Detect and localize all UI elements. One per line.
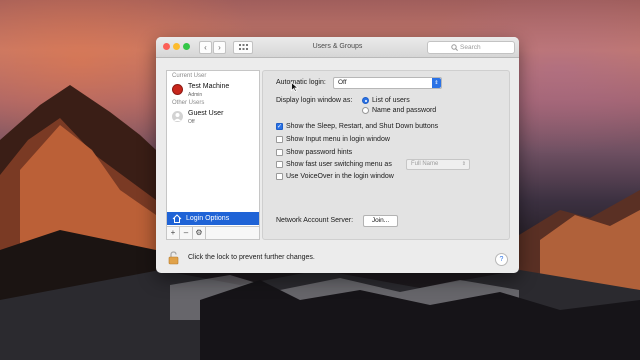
remove-user-button[interactable]: –: [180, 227, 193, 239]
current-user-header: Current User: [172, 73, 207, 79]
user-role: Off: [188, 119, 195, 125]
help-button[interactable]: ?: [495, 253, 508, 266]
login-options-pane: Automatic login: Off ⇕ Display login win…: [262, 70, 510, 240]
checkbox-show-password-hints[interactable]: [276, 149, 283, 156]
add-user-button[interactable]: +: [167, 227, 180, 239]
automatic-login-popup[interactable]: Off ⇕: [333, 77, 442, 89]
action-menu-button[interactable]: ⚙: [193, 227, 206, 239]
chevron-updown-icon: ⇕: [432, 78, 441, 88]
fast-user-switching-popup[interactable]: Full Name ⇕: [406, 159, 470, 170]
radio-list-of-users[interactable]: [362, 97, 369, 104]
search-icon: [451, 44, 458, 51]
fast-user-switching-value: Full Name: [411, 161, 439, 167]
mouse-pointer-icon: [291, 82, 299, 92]
sidebar-toolbar: + – ⚙: [167, 226, 259, 239]
checkbox-fast-user-switching[interactable]: [276, 161, 283, 168]
avatar: [172, 84, 183, 95]
search-placeholder: Search: [460, 44, 481, 51]
checkbox-show-input-menu-label: Show Input menu in login window: [286, 136, 390, 143]
title-bar: ‹ › Users & Groups Search: [156, 37, 519, 58]
display-login-as-label: Display login window as:: [276, 97, 353, 104]
radio-name-and-password[interactable]: [362, 107, 369, 114]
person-icon: [174, 113, 181, 121]
user-item-test-machine[interactable]: Test Machine Admin: [167, 82, 259, 100]
login-options-item[interactable]: Login Options: [167, 212, 259, 225]
checkbox-show-sleep-restart[interactable]: ✓: [276, 123, 283, 130]
user-name: Test Machine: [188, 83, 230, 90]
other-users-header: Other Users: [172, 100, 205, 106]
radio-list-of-users-label: List of users: [372, 97, 410, 104]
gear-icon: ⚙: [195, 228, 203, 237]
lock-icon[interactable]: [168, 251, 179, 265]
search-field[interactable]: Search: [427, 41, 515, 54]
lock-row: Click the lock to prevent further change…: [168, 250, 508, 266]
users-groups-window: ‹ › Users & Groups Search Current User T…: [156, 37, 519, 273]
radio-name-and-password-label: Name and password: [372, 107, 437, 114]
automatic-login-value: Off: [338, 79, 347, 86]
house-icon: [172, 214, 182, 223]
network-account-server-label: Network Account Server:: [276, 217, 354, 224]
login-options-label: Login Options: [186, 215, 230, 222]
checkbox-show-password-hints-label: Show password hints: [286, 149, 353, 156]
checkbox-show-input-menu[interactable]: [276, 136, 283, 143]
lock-status-text: Click the lock to prevent further change…: [188, 254, 315, 261]
user-item-guest-user[interactable]: Guest User Off: [167, 109, 259, 127]
guest-avatar-icon: [172, 111, 183, 122]
user-list-sidebar: Current User Test Machine Admin Other Us…: [166, 70, 260, 240]
user-name: Guest User: [188, 110, 224, 117]
checkbox-use-voiceover[interactable]: [276, 173, 283, 180]
checkbox-show-sleep-restart-label: Show the Sleep, Restart, and Shut Down b…: [286, 123, 439, 130]
chevron-updown-icon: ⇕: [461, 161, 466, 167]
user-role: Admin: [188, 92, 203, 98]
automatic-login-label: Automatic login:: [276, 79, 326, 86]
checkbox-fast-user-switching-label: Show fast user switching menu as: [286, 161, 392, 168]
join-button[interactable]: Join...: [363, 215, 398, 227]
checkbox-use-voiceover-label: Use VoiceOver in the login window: [286, 173, 394, 180]
